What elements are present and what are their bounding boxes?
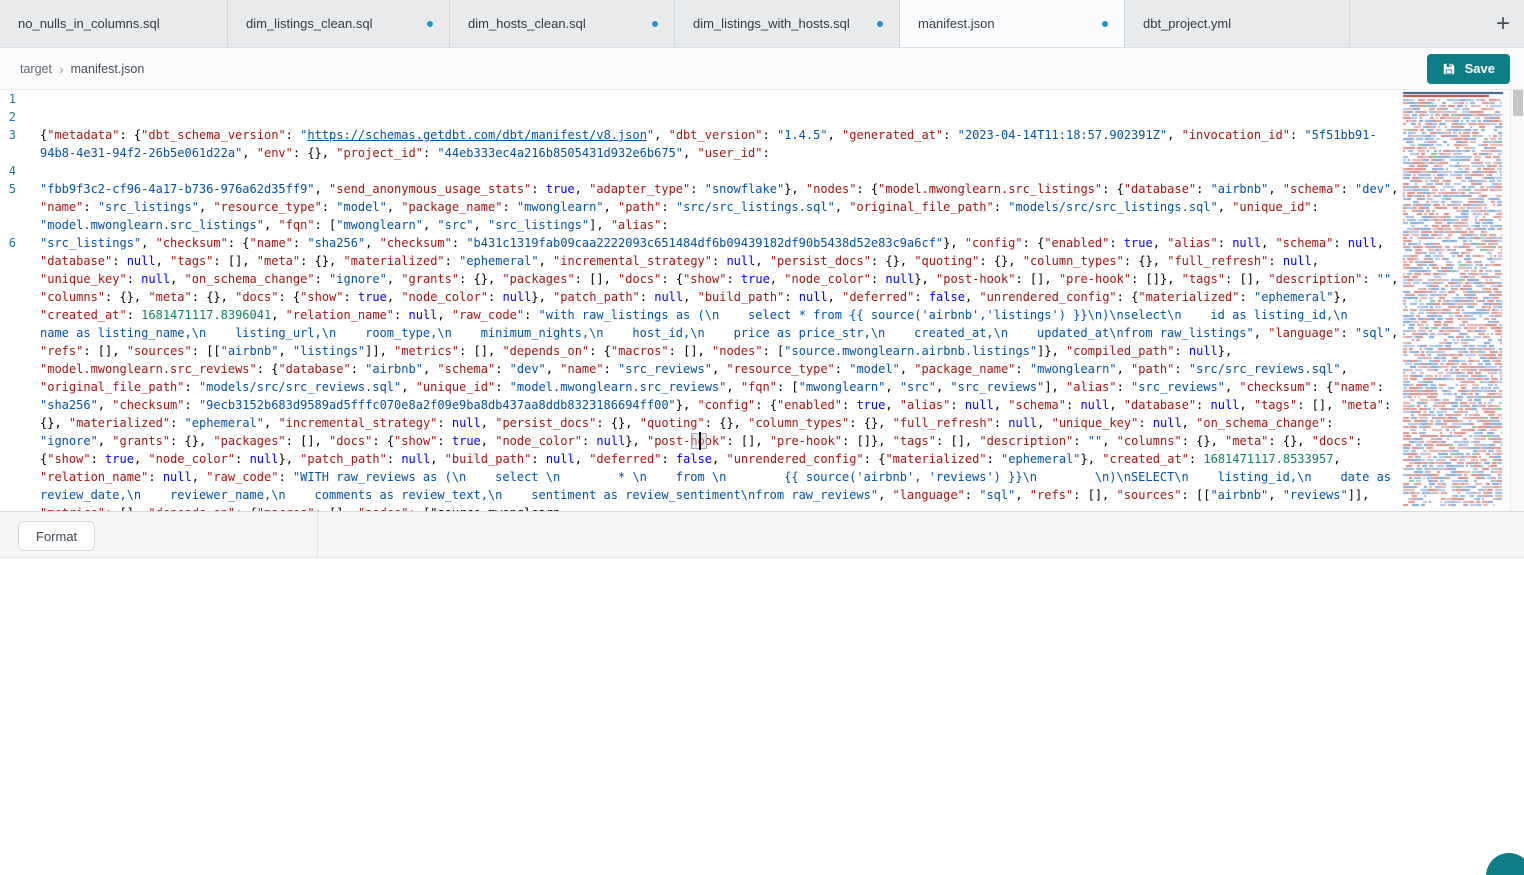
tab-dim-hosts-clean-sql[interactable]: dim_hosts_clean.sql	[450, 0, 675, 47]
line-number: 3	[0, 126, 40, 144]
tab-dim-listings-clean-sql[interactable]: dim_listings_clean.sql	[228, 0, 450, 47]
tab-filler: +	[1350, 0, 1524, 47]
bottom-action-bar: Format	[0, 511, 1524, 558]
code-line[interactable]: 4	[0, 162, 1400, 180]
tab-label: dim_listings_clean.sql	[246, 16, 372, 31]
minimap[interactable]	[1400, 90, 1510, 511]
tab-label: manifest.json	[918, 16, 995, 31]
vertical-scrollbar[interactable]	[1510, 90, 1524, 511]
line-number: 6	[0, 234, 40, 252]
format-button[interactable]: Format	[18, 521, 95, 551]
breadcrumb: target › manifest.json	[20, 61, 144, 77]
line-text	[40, 162, 1400, 180]
panel-divider	[317, 512, 318, 557]
tab-dbt-project-yml[interactable]: dbt_project.yml	[1125, 0, 1350, 47]
new-tab-button[interactable]: +	[1496, 12, 1510, 36]
modified-indicator-icon	[427, 21, 433, 27]
editor-toolbar: target › manifest.json Save	[0, 48, 1524, 90]
breadcrumb-file[interactable]: manifest.json	[71, 62, 145, 76]
tab-label: dim_listings_with_hosts.sql	[693, 16, 850, 31]
tab-bar: no_nulls_in_columns.sql dim_listings_clea…	[0, 0, 1524, 48]
line-number: 5	[0, 180, 40, 198]
code-line[interactable]: 6"src_listings", "checksum": {"name": "s…	[0, 234, 1400, 511]
tab-dim-listings-with-hosts-sql[interactable]: dim_listings_with_hosts.sql	[675, 0, 900, 47]
code-line[interactable]: 2	[0, 108, 1400, 126]
tab-label: dim_hosts_clean.sql	[468, 16, 586, 31]
code-editor: 123{"metadata": {"dbt_schema_version": "…	[0, 90, 1524, 511]
modified-indicator-icon	[652, 21, 658, 27]
code-line[interactable]: 3{"metadata": {"dbt_schema_version": "ht…	[0, 126, 1400, 162]
results-panel	[0, 558, 1524, 875]
line-number: 2	[0, 108, 40, 126]
line-number: 4	[0, 162, 40, 180]
tab-label: no_nulls_in_columns.sql	[18, 16, 160, 31]
modified-indicator-icon	[877, 21, 883, 27]
line-text: "src_listings", "checksum": {"name": "sh…	[40, 234, 1400, 511]
line-text	[40, 108, 1400, 126]
breadcrumb-folder[interactable]: target	[20, 62, 52, 76]
tab-manifest-json[interactable]: manifest.json	[900, 0, 1125, 47]
save-button[interactable]: Save	[1427, 54, 1510, 84]
tab-no-nulls-in-columns-sql[interactable]: no_nulls_in_columns.sql	[0, 0, 228, 47]
tab-label: dbt_project.yml	[1143, 16, 1231, 31]
line-number: 1	[0, 90, 40, 108]
scrollbar-thumb[interactable]	[1513, 90, 1523, 116]
code-line[interactable]: 1	[0, 90, 1400, 108]
code-line[interactable]: 5"fbb9f3c2-cf96-4a17-b736-976a62d35ff9",…	[0, 180, 1400, 234]
line-text	[40, 90, 1400, 108]
line-text: "fbb9f3c2-cf96-4a17-b736-976a62d35ff9", …	[40, 180, 1400, 234]
modified-indicator-icon	[1102, 21, 1108, 27]
text-caret	[699, 432, 701, 450]
chevron-right-icon: ›	[59, 61, 64, 77]
save-button-label: Save	[1465, 61, 1495, 76]
line-text: {"metadata": {"dbt_schema_version": "htt…	[40, 126, 1400, 162]
floppy-disk-icon	[1442, 62, 1456, 76]
